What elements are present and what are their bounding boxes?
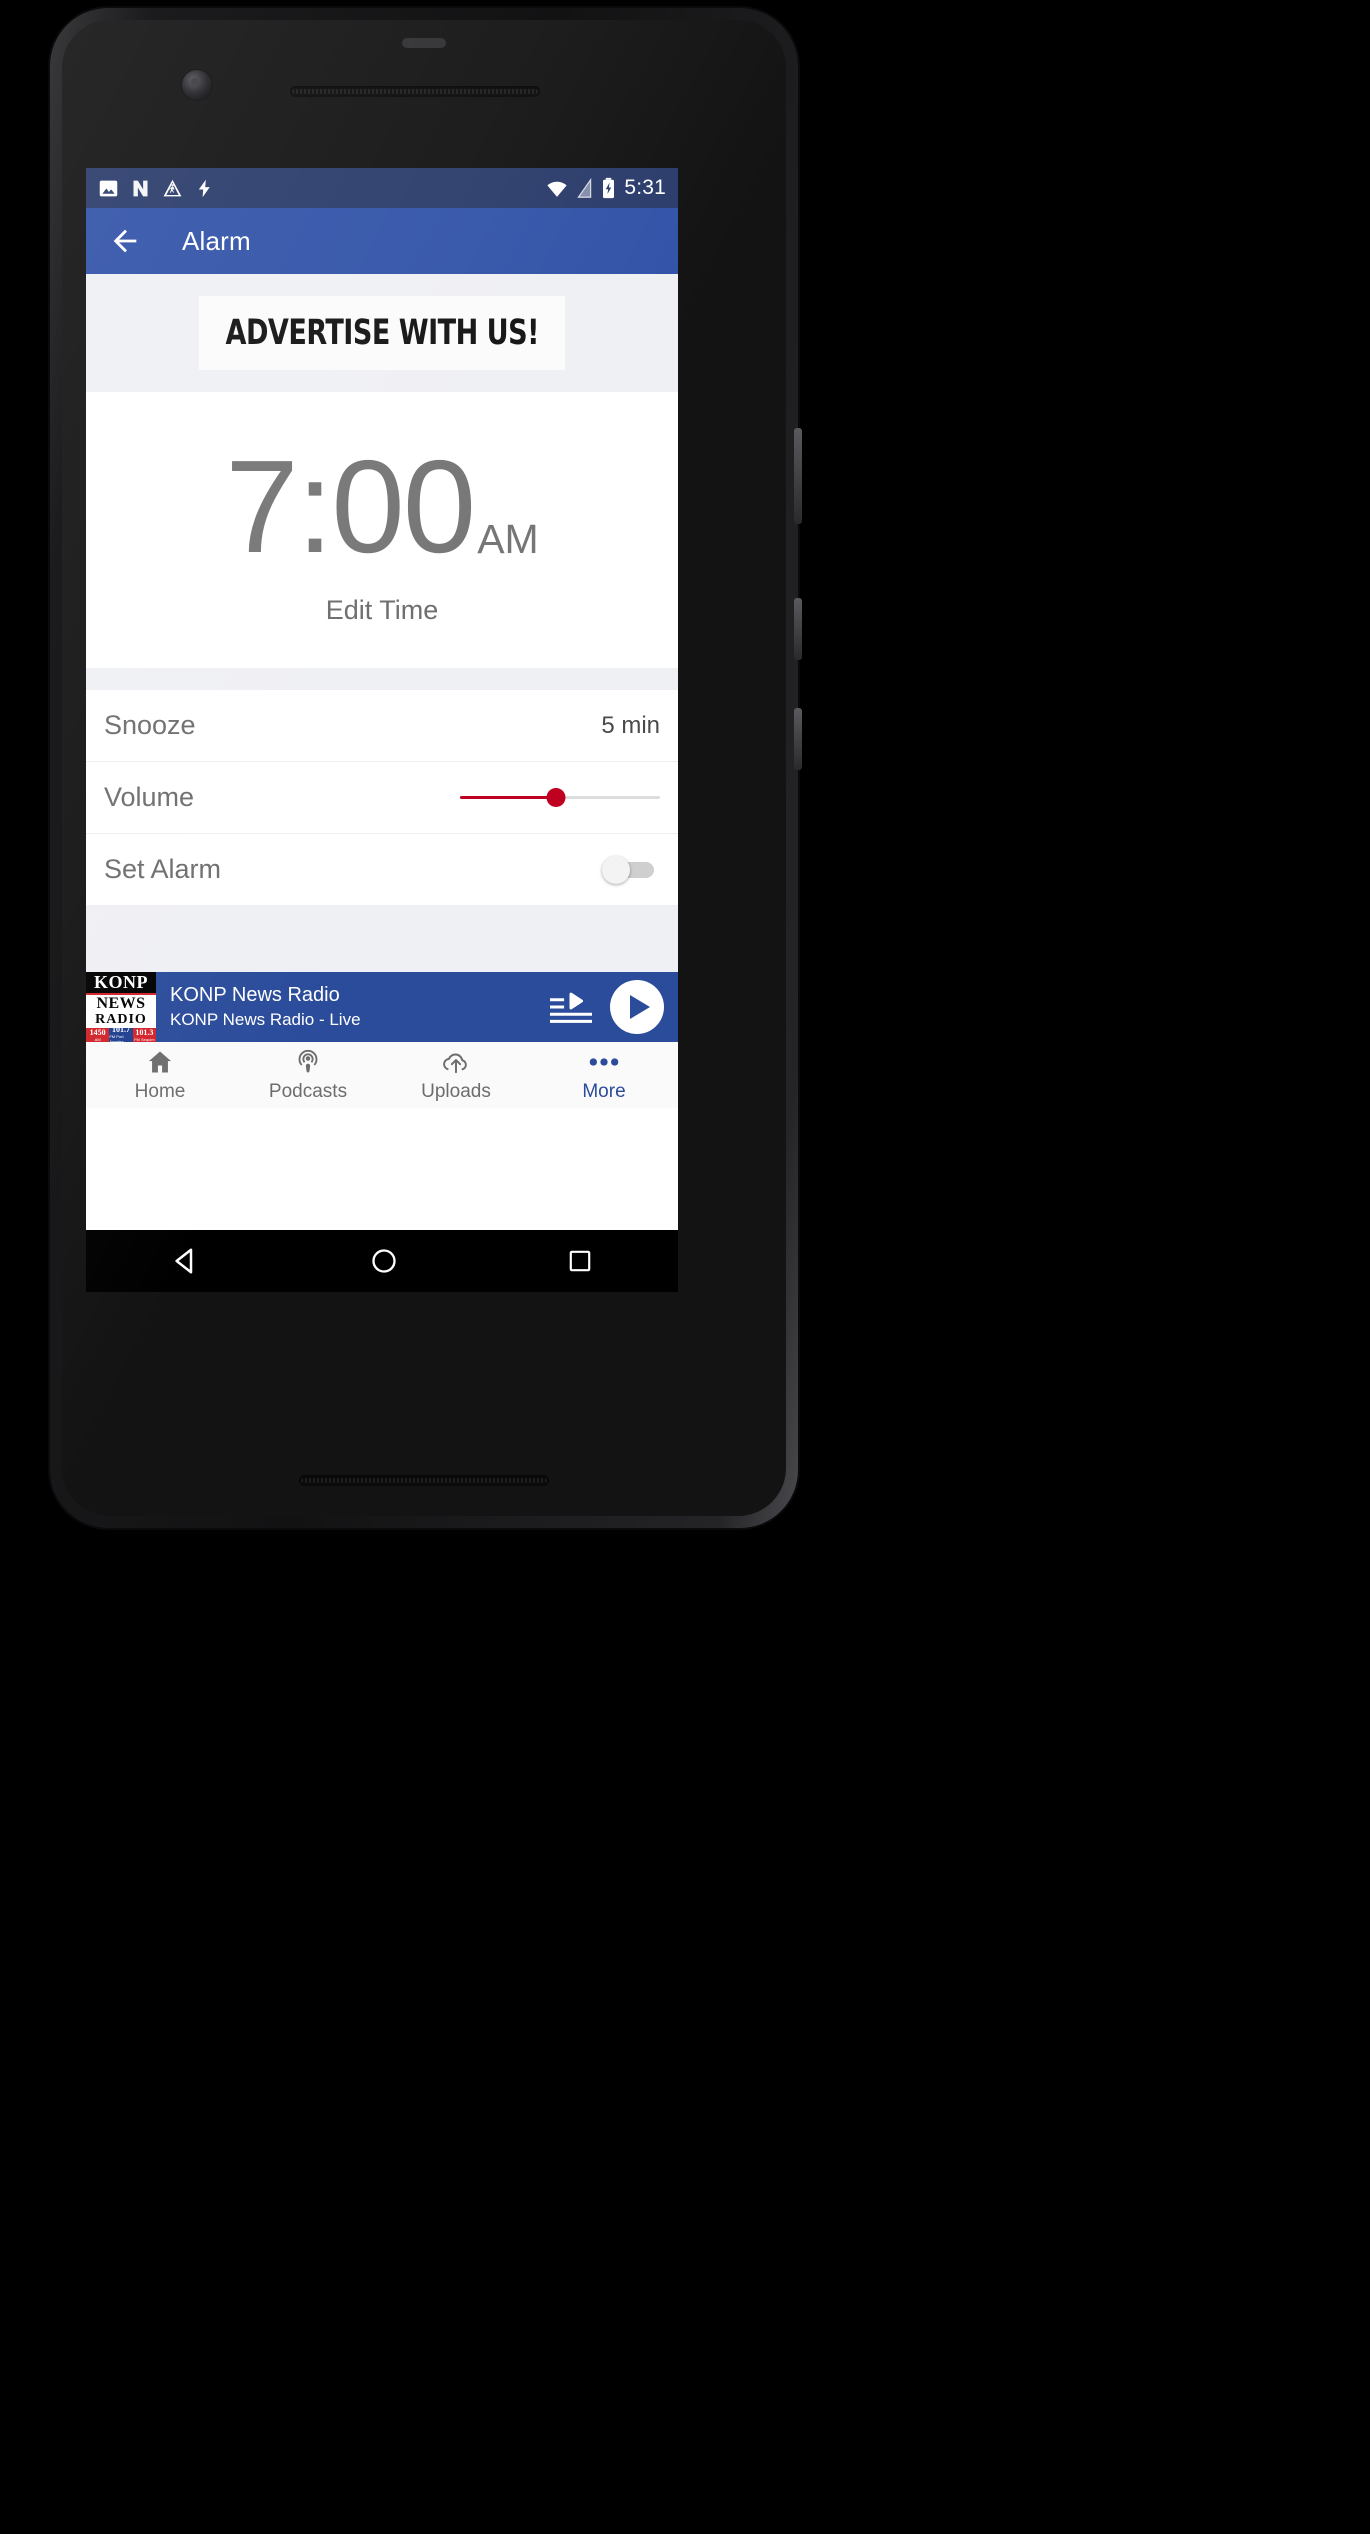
bottom-speaker-grille (299, 1475, 549, 1486)
logo-freq-0-band: AM (94, 1036, 101, 1042)
nav-item-more[interactable]: More (530, 1047, 678, 1103)
logo-frequency-strip: 1450 AM 101.7 FM Port Angeles 101.3 FM S… (86, 1025, 156, 1045)
android-system-nav (86, 1230, 678, 1292)
volume-slider[interactable] (460, 787, 660, 809)
nav-label-home: Home (134, 1081, 186, 1103)
podcast-icon (294, 1047, 322, 1077)
setting-row-volume[interactable]: Volume (86, 762, 678, 835)
image-icon (99, 180, 118, 196)
status-bar-right-icons: 5:31 (546, 176, 666, 200)
status-bar-left-icons (98, 178, 215, 199)
nav-label-uploads: Uploads (421, 1081, 491, 1103)
app-bar: Alarm (86, 208, 678, 274)
logo-line-news: NEWS (96, 995, 146, 1013)
home-circle-icon[interactable] (370, 1247, 398, 1275)
more-dots-icon (588, 1047, 620, 1077)
alarm-time-value: 7:00 (225, 433, 476, 580)
edit-time-button[interactable]: Edit Time (86, 595, 678, 626)
volume-label: Volume (104, 782, 195, 813)
logo-callsign: KONP (86, 972, 156, 994)
alarm-time-display[interactable]: 7:00 AM (86, 433, 678, 580)
front-camera-icon (182, 70, 212, 100)
now-playing-bar[interactable]: KONP NEWS RADIO 1450 AM 101.7 FM Port An… (86, 972, 678, 1045)
logo-freq-1-band: FM Port Angeles (109, 1034, 124, 1045)
snooze-value-container: 5 min (601, 712, 660, 740)
player-controls (550, 980, 664, 1035)
now-playing-title: KONP News Radio (170, 984, 340, 1007)
nav-item-podcasts[interactable]: Podcasts (234, 1047, 382, 1103)
back-triangle-icon[interactable] (171, 1246, 201, 1276)
station-logo: KONP NEWS RADIO 1450 AM 101.7 FM Port An… (86, 972, 156, 1045)
charging-bolt-icon (198, 179, 210, 197)
page-title: Alarm (182, 225, 251, 256)
volume-control-container (460, 787, 660, 809)
battery-charging-icon (603, 177, 615, 199)
phone-screen: 5:31 Alarm ADVERTISE WITH US! 7:00 AM Ed… (86, 168, 678, 1230)
logo-freq-1-number: 101.7 (111, 1025, 130, 1035)
ad-container: ADVERTISE WITH US! (86, 274, 678, 392)
nav-label-podcasts: Podcasts (268, 1081, 348, 1103)
play-icon (629, 995, 650, 1020)
back-arrow-icon[interactable] (108, 224, 142, 258)
play-button[interactable] (610, 980, 664, 1035)
logo-freq-0: 1450 AM (86, 1027, 110, 1043)
volume-slider-fill (460, 796, 556, 800)
logo-freq-2-band: FM Sequim (134, 1036, 155, 1042)
logo-freq-2-number: 101.3 (135, 1027, 154, 1037)
volume-slider-thumb[interactable] (546, 788, 566, 808)
ad-banner-text: ADVERTISE WITH US! (225, 313, 539, 353)
toggle-knob[interactable] (602, 855, 630, 884)
alarm-settings-list: Snooze 5 min Volume Set Alarm (86, 690, 678, 907)
snooze-value: 5 min (601, 711, 660, 739)
volume-down-button[interactable] (794, 708, 802, 770)
bottom-navigation: Home Podcasts Uploads More (86, 1042, 678, 1109)
volume-up-button[interactable] (794, 598, 802, 660)
nav-label-more: More (582, 1081, 626, 1103)
wifi-icon (547, 181, 567, 197)
set-alarm-label: Set Alarm (104, 854, 222, 885)
alarm-time-card: 7:00 AM Edit Time (86, 392, 678, 669)
nav-item-home[interactable]: Home (86, 1047, 234, 1103)
setting-row-snooze[interactable]: Snooze 5 min (86, 690, 678, 763)
recents-square-icon[interactable] (567, 1248, 593, 1274)
now-playing-subtitle: KONP News Radio - Live (170, 1010, 361, 1030)
set-alarm-control-container (602, 855, 660, 884)
nova-launcher-icon (133, 180, 148, 196)
nav-item-uploads[interactable]: Uploads (382, 1047, 530, 1103)
earpiece-speaker (290, 86, 540, 97)
logo-freq-1: 101.7 FM Port Angeles (109, 1025, 133, 1045)
alarm-time-meridiem: AM (477, 515, 539, 562)
status-bar: 5:31 (86, 168, 678, 208)
setting-row-set-alarm[interactable]: Set Alarm (86, 834, 678, 907)
home-icon (146, 1047, 174, 1077)
logo-freq-2: 101.3 FM Sequim (132, 1027, 156, 1043)
pedestrian-warning-icon (163, 179, 182, 196)
section-divider (86, 668, 678, 691)
snooze-label: Snooze (104, 710, 196, 741)
phone-device-mockup: 5:31 Alarm ADVERTISE WITH US! 7:00 AM Ed… (50, 8, 802, 1528)
now-playing-meta: KONP News Radio KONP News Radio - Live (170, 984, 361, 1030)
logo-freq-0-number: 1450 (89, 1027, 106, 1037)
advertisement-banner[interactable]: ADVERTISE WITH US! (199, 296, 565, 370)
top-speaker-grille (402, 38, 446, 48)
mobile-signal-icon (577, 177, 592, 198)
cloud-upload-icon (441, 1047, 471, 1077)
power-button[interactable] (794, 428, 802, 524)
playlist-queue-icon[interactable] (550, 990, 592, 1024)
status-bar-clock: 5:31 (624, 176, 666, 199)
content-filler (86, 906, 678, 973)
set-alarm-toggle[interactable] (602, 855, 660, 884)
